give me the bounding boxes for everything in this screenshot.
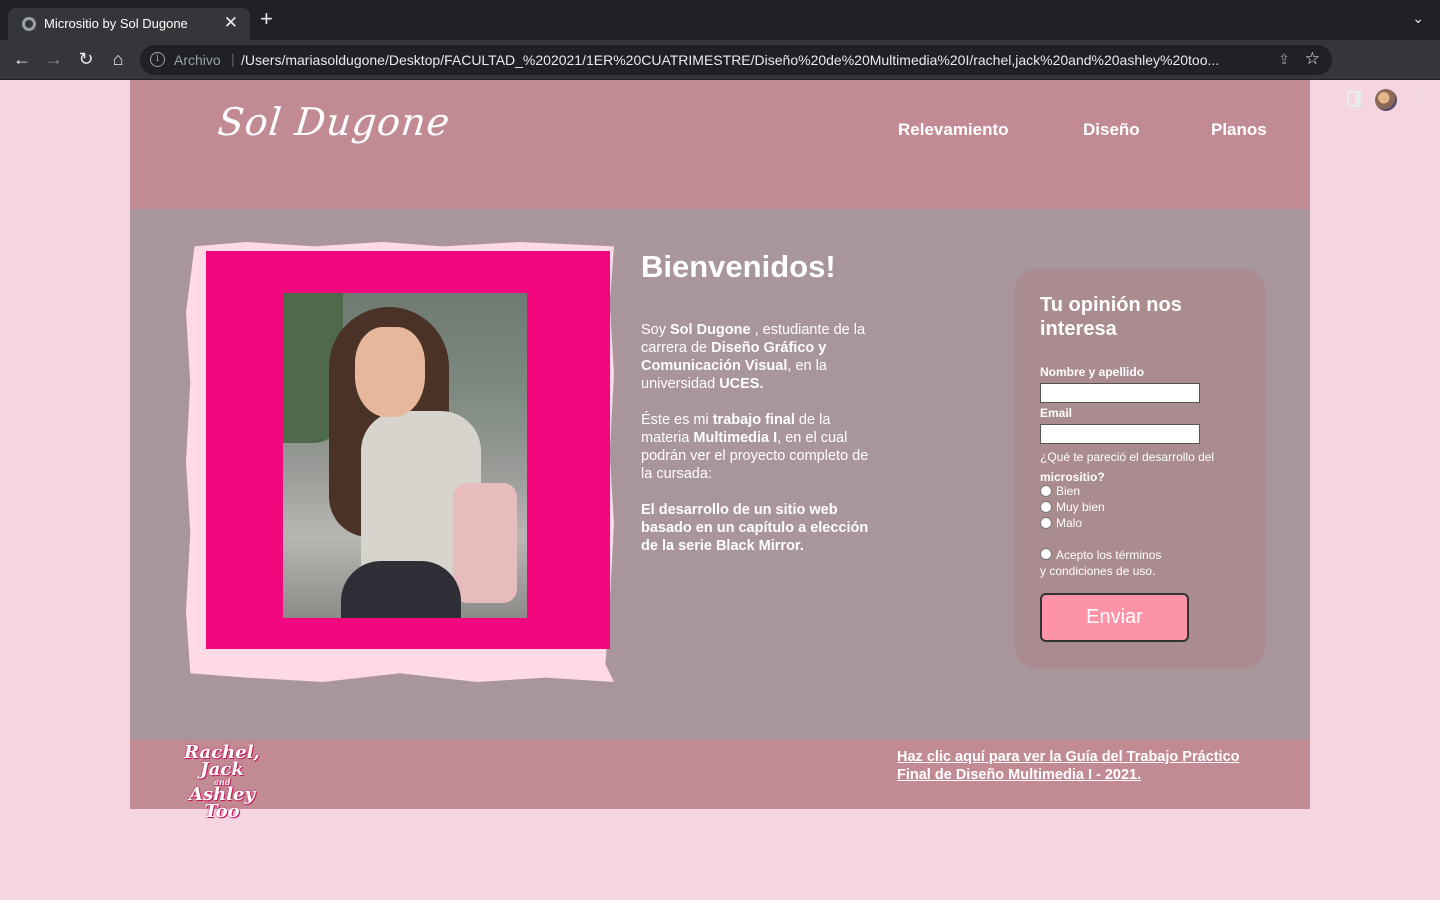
nav-planos[interactable]: Planos — [1211, 120, 1267, 140]
email-label: Email — [1040, 406, 1073, 420]
feedback-form: Tu opinión nos interesa Nombre y apellid… — [1015, 269, 1265, 669]
info-icon[interactable]: i — [150, 52, 165, 67]
intro-text: Bienvenidos! Soy Sol Dugone , estudiante… — [641, 249, 871, 573]
home-icon[interactable]: ⌂ — [106, 48, 130, 70]
radio-bien[interactable]: Bien — [1040, 484, 1080, 498]
back-icon[interactable]: ← — [10, 48, 34, 70]
forward-icon[interactable]: → — [42, 48, 66, 70]
reload-icon[interactable]: ↻ — [74, 48, 98, 70]
address-bar[interactable]: i Archivo | /Users/mariasoldugone/Deskto… — [140, 45, 1332, 75]
nav-diseno[interactable]: Diseño — [1083, 120, 1140, 140]
profile-avatar[interactable] — [1375, 89, 1397, 111]
scheme-label: Archivo — [174, 52, 221, 68]
name-field[interactable] — [1040, 383, 1200, 403]
new-tab-icon[interactable]: + — [260, 8, 273, 30]
photo-arm — [341, 561, 461, 618]
intro-paragraph-1: Soy Sol Dugone , estudiante de la carrer… — [641, 322, 866, 392]
name-label: Nombre y apellido — [1040, 365, 1145, 379]
separator: | — [231, 51, 235, 67]
terms-radio[interactable] — [1040, 548, 1052, 560]
terms-option[interactable]: Acepto los términos y condiciones de uso. — [1040, 547, 1161, 579]
radio-dot[interactable] — [1040, 501, 1052, 513]
globe-icon — [22, 17, 36, 31]
welcome-title: Bienvenidos! — [641, 249, 836, 284]
side-panel-icon[interactable] — [1347, 91, 1361, 107]
browser-tab[interactable]: Micrositio by Sol Dugone ✕ — [8, 8, 250, 40]
microsite: Sol Dugone Relevamiento Diseño Planos Bi… — [130, 80, 1310, 821]
nav-relevamiento[interactable]: Relevamiento — [898, 120, 1009, 140]
main-section: Bienvenidos! Soy Sol Dugone , estudiante… — [130, 209, 1310, 740]
site-footer: Rachel, Jack and Ashley Too Haz clic aqu… — [130, 740, 1310, 821]
tab-title: Micrositio by Sol Dugone — [44, 16, 188, 31]
intro-paragraph-3: El desarrollo de un sitio web basado en … — [641, 502, 869, 554]
site-logo[interactable]: Sol Dugone — [216, 100, 453, 144]
kebab-menu-icon[interactable]: ⋮ — [1412, 88, 1430, 109]
photo-face — [355, 327, 425, 417]
browser-toolbar: ← → ↻ ⌂ i Archivo | /Users/mariasoldugon… — [0, 40, 1440, 111]
submit-button[interactable]: Enviar — [1040, 593, 1189, 642]
radio-muy-bien[interactable]: Muy bien — [1040, 500, 1105, 514]
star-icon[interactable]: ☆ — [1305, 49, 1320, 69]
share-icon[interactable]: ⇪ — [1278, 51, 1290, 68]
photo-backpack — [453, 483, 517, 603]
intro-paragraph-2: Éste es mi trabajo final de la materia M… — [641, 412, 869, 482]
profile-photo — [283, 293, 527, 618]
radio-dot[interactable] — [1040, 485, 1052, 497]
tab-close-icon[interactable]: ✕ — [224, 13, 238, 33]
site-header: Sol Dugone Relevamiento Diseño Planos — [130, 80, 1310, 209]
url-text[interactable]: /Users/mariasoldugone/Desktop/FACULTAD_%… — [241, 52, 1271, 68]
series-logo: Rachel, Jack and Ashley Too — [184, 742, 260, 822]
question-text: ¿Qué te pareció el desarrollo del micros… — [1040, 450, 1215, 484]
tab-search-chevron-icon[interactable]: ⌄ — [1412, 10, 1424, 27]
form-title: Tu opinión nos interesa — [1040, 294, 1182, 340]
guide-link[interactable]: Haz clic aquí para ver la Guía del Traba… — [897, 748, 1277, 784]
radio-malo[interactable]: Malo — [1040, 516, 1082, 530]
browser-tab-bar: Micrositio by Sol Dugone ✕ + ⌄ — [0, 0, 1440, 40]
radio-dot[interactable] — [1040, 517, 1052, 529]
email-field[interactable] — [1040, 424, 1200, 444]
